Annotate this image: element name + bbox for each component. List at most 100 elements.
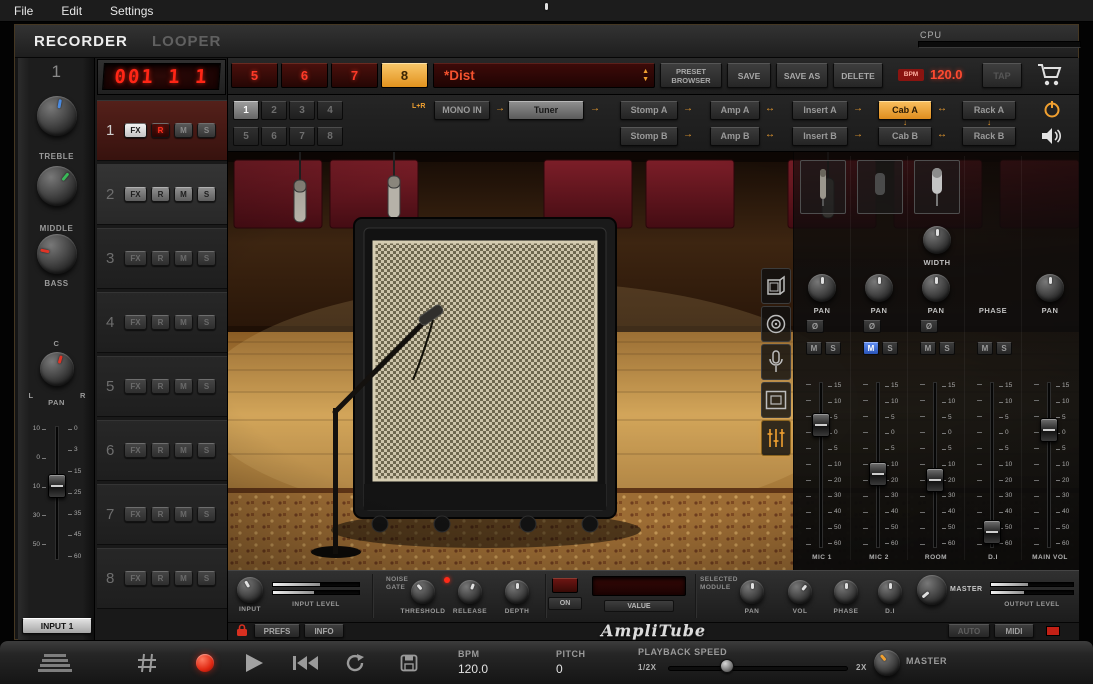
- save-session-icon[interactable]: [400, 654, 418, 677]
- mic1-fader-handle[interactable]: [812, 413, 830, 437]
- playback-speed-thumb[interactable]: [720, 659, 734, 673]
- track-number: 8: [106, 570, 115, 587]
- mic2-solo-button[interactable]: S: [882, 342, 898, 355]
- mic1-fader: 15 10 5 0 5 10 20 30 40 50 60: [798, 380, 846, 550]
- input-label: INPUT: [239, 606, 261, 613]
- main-vol-fader-scale: 15 10 5 0 5 10 20 30 40 50 60: [1056, 382, 1069, 547]
- speaker-icon[interactable]: [1040, 126, 1062, 151]
- midi-button[interactable]: MIDI: [994, 624, 1034, 638]
- bpm-badge: BPM: [898, 69, 924, 81]
- module-pan-knob[interactable]: [740, 580, 764, 604]
- mic1-mute-button[interactable]: M: [806, 342, 822, 355]
- pitch-label: PITCH: [556, 649, 586, 659]
- di-fader-handle[interactable]: [983, 520, 1001, 544]
- pitch-value[interactable]: 0: [556, 662, 563, 676]
- mic1-pan-label: PAN: [813, 306, 831, 315]
- room-pan-label: PAN: [927, 306, 945, 315]
- mic1-fader-groove[interactable]: [819, 382, 823, 548]
- di-channel-label: D.I: [988, 554, 998, 561]
- master-label: MASTER: [950, 586, 983, 593]
- cpu-label: CPU: [920, 30, 943, 40]
- room-mute-button[interactable]: M: [920, 342, 936, 355]
- tracks-view-icon[interactable]: [36, 653, 76, 678]
- mic1-phase-button[interactable]: Ø: [806, 320, 824, 333]
- cart-icon[interactable]: [1036, 62, 1064, 93]
- midi-activity-led: [1046, 626, 1060, 636]
- module-phase-knob[interactable]: [834, 580, 858, 604]
- tab-recorder[interactable]: RECORDER: [34, 33, 128, 50]
- room-fader-scale: 15 10 5 0 5 10 20 30 40 50 60: [942, 382, 955, 547]
- di-mute-button[interactable]: M: [977, 342, 993, 355]
- module-vol-knob[interactable]: [788, 580, 812, 604]
- module-di-label: D.I: [885, 608, 895, 615]
- room-phase-button[interactable]: Ø: [920, 320, 938, 333]
- module-phase-label: PHASE: [833, 608, 859, 615]
- tap-tempo-button[interactable]: TAP: [982, 63, 1022, 88]
- selected-label: SELECTED: [700, 576, 738, 583]
- mic1-channel-label: MIC 1: [812, 554, 832, 561]
- main-vol-fader-handle[interactable]: [1040, 418, 1058, 442]
- rewind-button[interactable]: [292, 655, 320, 676]
- track-fx-button[interactable]: FX: [124, 571, 147, 586]
- playback-speed-track[interactable]: [668, 666, 848, 671]
- mic2-channel-label: MIC 2: [869, 554, 889, 561]
- main-pan-label: PAN: [1041, 306, 1059, 315]
- transport-bpm-label: BPM: [458, 649, 480, 659]
- master-knob[interactable]: [917, 575, 947, 605]
- bpm-value[interactable]: 120.0: [930, 67, 963, 82]
- auto-button[interactable]: AUTO: [948, 624, 990, 638]
- release-knob[interactable]: [458, 580, 482, 604]
- output-level-meter-r: [990, 590, 1074, 595]
- release-label: RELEASE: [452, 608, 488, 615]
- mic2-fader-handle[interactable]: [869, 462, 887, 486]
- mic2-mute-button[interactable]: M: [863, 342, 879, 355]
- play-button[interactable]: [246, 654, 263, 672]
- mic2-phase-button[interactable]: Ø: [863, 320, 881, 333]
- module-pan-label: PAN: [744, 608, 760, 615]
- loop-button[interactable]: [344, 653, 366, 678]
- treble-knob[interactable]: [37, 96, 77, 136]
- mic1-fader-scale: 15 10 5 0 5 10 20 30 40 50 60: [828, 382, 841, 547]
- input-knob[interactable]: [237, 577, 263, 603]
- mic2-fader: 15 10 5 0 5 10 20 30 40 50 60: [855, 380, 903, 550]
- input-source-button[interactable]: INPUT 1: [22, 618, 92, 634]
- input-level-meter-l: [272, 582, 360, 587]
- output-level-meter-l: [990, 582, 1074, 587]
- input-level-label: INPUT LEVEL: [292, 601, 340, 608]
- treble-label: TREBLE: [39, 152, 74, 161]
- transport-master-label: MASTER: [906, 656, 947, 666]
- menu-edit[interactable]: Edit: [61, 4, 82, 18]
- threshold-knob[interactable]: [411, 580, 435, 604]
- module-label: MODULE: [700, 584, 731, 591]
- threshold-label: THRESHOLD: [400, 608, 446, 615]
- value-label: VALUE: [604, 600, 674, 612]
- menu-file[interactable]: File: [14, 4, 33, 18]
- metronome-icon[interactable]: [136, 652, 158, 679]
- module-vol-label: VOL: [792, 608, 808, 615]
- main-vol-fader-groove[interactable]: [1047, 382, 1051, 548]
- power-icon[interactable]: [1042, 99, 1062, 124]
- gate-label: GATE: [386, 584, 406, 591]
- room-solo-button[interactable]: S: [939, 342, 955, 355]
- module-di-knob[interactable]: [878, 580, 902, 604]
- main-pan-knob[interactable]: [1036, 274, 1064, 302]
- channel-number: 1: [51, 62, 62, 81]
- tab-looper[interactable]: LOOPER: [152, 33, 221, 50]
- room-channel-label: ROOM: [924, 554, 948, 561]
- noise-label: NOISE: [386, 576, 409, 583]
- di-fader: 15 10 5 0 5 10 20 30 40 50 60: [969, 380, 1017, 550]
- record-button[interactable]: [196, 654, 214, 672]
- menu-settings[interactable]: Settings: [110, 4, 153, 18]
- mic1-solo-button[interactable]: S: [825, 342, 841, 355]
- di-solo-button[interactable]: S: [996, 342, 1012, 355]
- room-fader: 15 10 5 0 5 10 20 30 40 50 60: [912, 380, 960, 550]
- cpu-meter: [918, 41, 1081, 48]
- room-fader-groove[interactable]: [933, 382, 937, 548]
- depth-knob[interactable]: [505, 580, 529, 604]
- transport-bpm-value[interactable]: 120.0: [458, 662, 488, 676]
- room-fader-handle[interactable]: [926, 468, 944, 492]
- transport-master-knob[interactable]: [874, 650, 900, 676]
- gate-on-button[interactable]: [552, 578, 578, 593]
- mic2-pan-label: PAN: [870, 306, 888, 315]
- input-level-meter-r: [272, 590, 360, 595]
